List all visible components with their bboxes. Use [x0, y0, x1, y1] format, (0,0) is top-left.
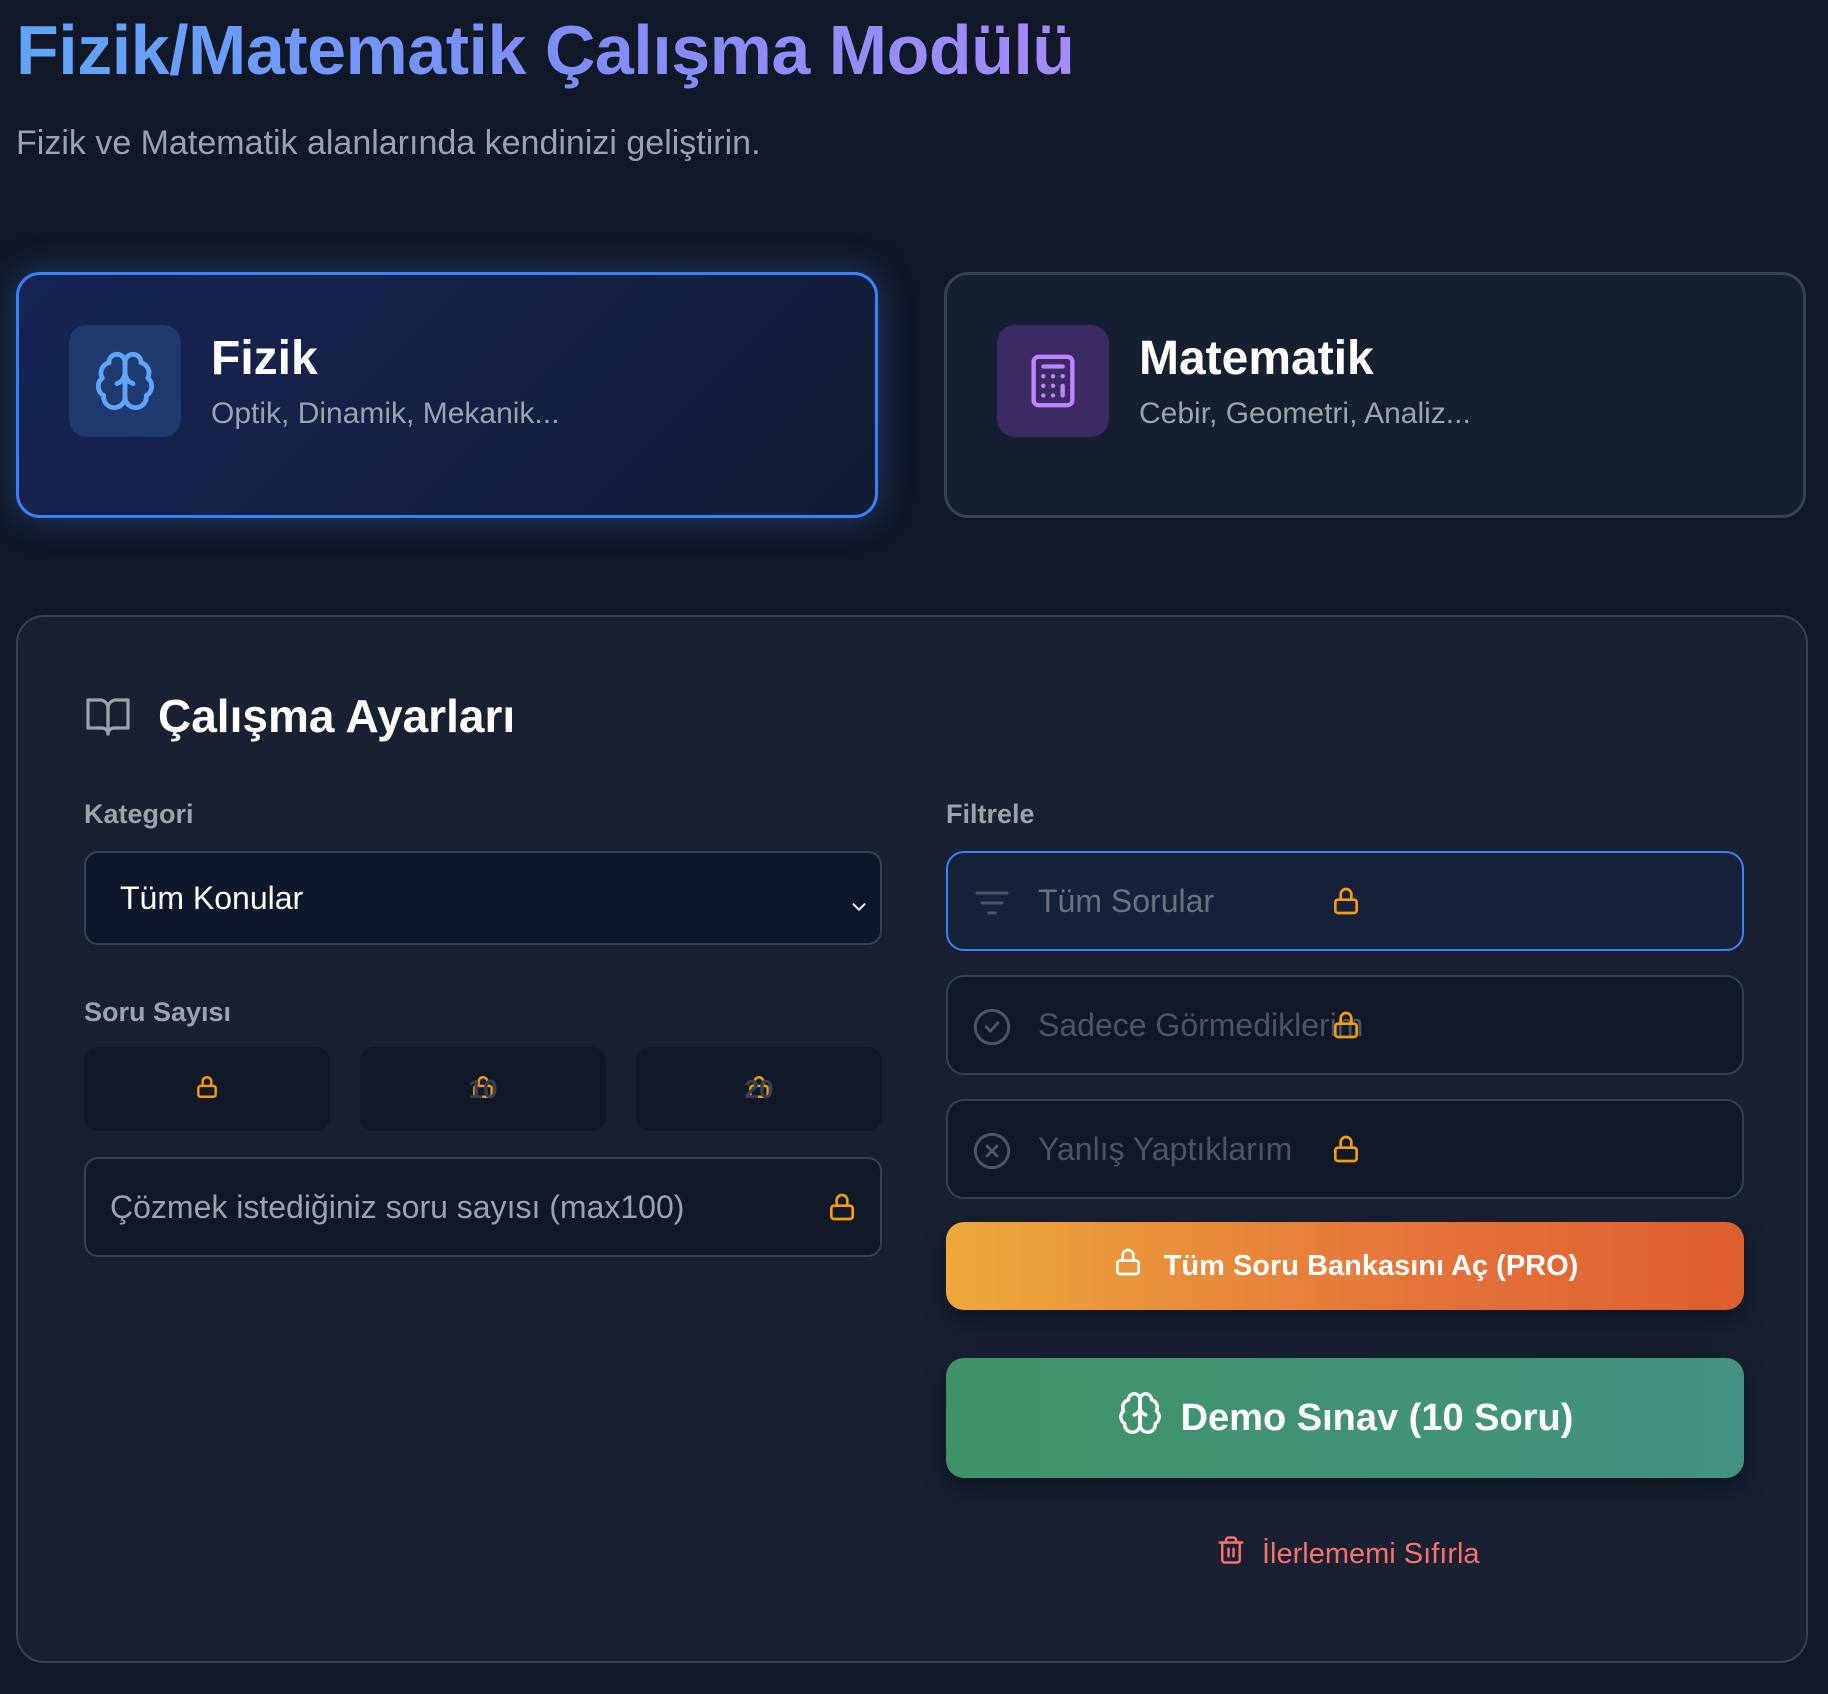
subject-description: Optik, Dinamik, Mekanik... [211, 397, 560, 430]
filter-wrong-answers[interactable]: Yanlış Yaptıklarım [946, 1099, 1744, 1199]
reset-progress-link[interactable]: İlerlememi Sıfırla [1216, 1535, 1480, 1573]
demo-exam-button[interactable]: Demo Sınav (10 Soru) [946, 1358, 1744, 1478]
lock-icon [1112, 1246, 1144, 1286]
trash-icon [1216, 1535, 1246, 1573]
chevron-down-icon [848, 889, 870, 926]
count-option-value: 10 [468, 1073, 498, 1104]
filter-text: Yanlış Yaptıklarım [1038, 1131, 1293, 1167]
count-option-button[interactable]: 20 [636, 1047, 882, 1131]
filter-icon [972, 883, 1012, 928]
subject-title: Fizik [211, 332, 318, 385]
count-option-button[interactable]: 10 [360, 1047, 606, 1131]
unlock-pro-label: Tüm Soru Bankasını Aç (PRO) [1163, 1249, 1579, 1282]
filter-label: Filtrele [946, 799, 1035, 829]
lock-icon [194, 1074, 220, 1105]
settings-header: Çalışma Ayarları [84, 689, 515, 743]
subject-card-matematik[interactable]: Matematik Cebir, Geometri, Analiz... [944, 272, 1806, 518]
lock-icon [826, 1191, 858, 1228]
filter-text: Sadece Görmediklerim [1038, 1007, 1364, 1043]
question-count-field[interactable] [84, 1157, 882, 1257]
count-option-value: 20 [744, 1073, 774, 1104]
brain-icon [69, 325, 181, 437]
demo-exam-label: Demo Sınav (10 Soru) [1180, 1396, 1574, 1439]
subject-description: Cebir, Geometri, Analiz... [1139, 397, 1471, 430]
settings-panel: Çalışma Ayarları Kategori Tüm Konular So… [16, 615, 1808, 1663]
subject-card-fizik[interactable]: Fizik Optik, Dinamik, Mekanik... [16, 272, 878, 518]
filter-all-questions[interactable]: Tüm Sorular [946, 851, 1744, 951]
brain-icon [1117, 1390, 1163, 1446]
calculator-icon [997, 325, 1109, 437]
filter-unseen-only[interactable]: Sadece Görmediklerim [946, 975, 1744, 1075]
count-label: Soru Sayısı [84, 997, 232, 1027]
category-select-value: Tüm Konular [120, 879, 304, 916]
page-title: Fizik/Matematik Çalışma Modülü [16, 8, 1075, 92]
count-option-button[interactable] [84, 1047, 330, 1131]
category-select[interactable]: Tüm Konular [84, 851, 882, 945]
lock-icon [1330, 1133, 1362, 1170]
question-count-input[interactable] [110, 1188, 790, 1226]
page-subtitle: Fizik ve Matematik alanlarında kendinizi… [16, 124, 761, 162]
filter-text: Tüm Sorular [1038, 883, 1215, 919]
check-circle-icon [972, 1007, 1012, 1052]
unlock-pro-button[interactable]: Tüm Soru Bankasını Aç (PRO) [946, 1222, 1744, 1310]
book-open-icon [84, 692, 132, 740]
reset-progress-label: İlerlememi Sıfırla [1262, 1537, 1480, 1570]
category-label: Kategori [84, 799, 194, 829]
lock-icon [1330, 1009, 1362, 1046]
lock-icon [1330, 885, 1362, 922]
subject-title: Matematik [1139, 332, 1374, 385]
x-circle-icon [972, 1131, 1012, 1176]
settings-title: Çalışma Ayarları [158, 690, 516, 742]
